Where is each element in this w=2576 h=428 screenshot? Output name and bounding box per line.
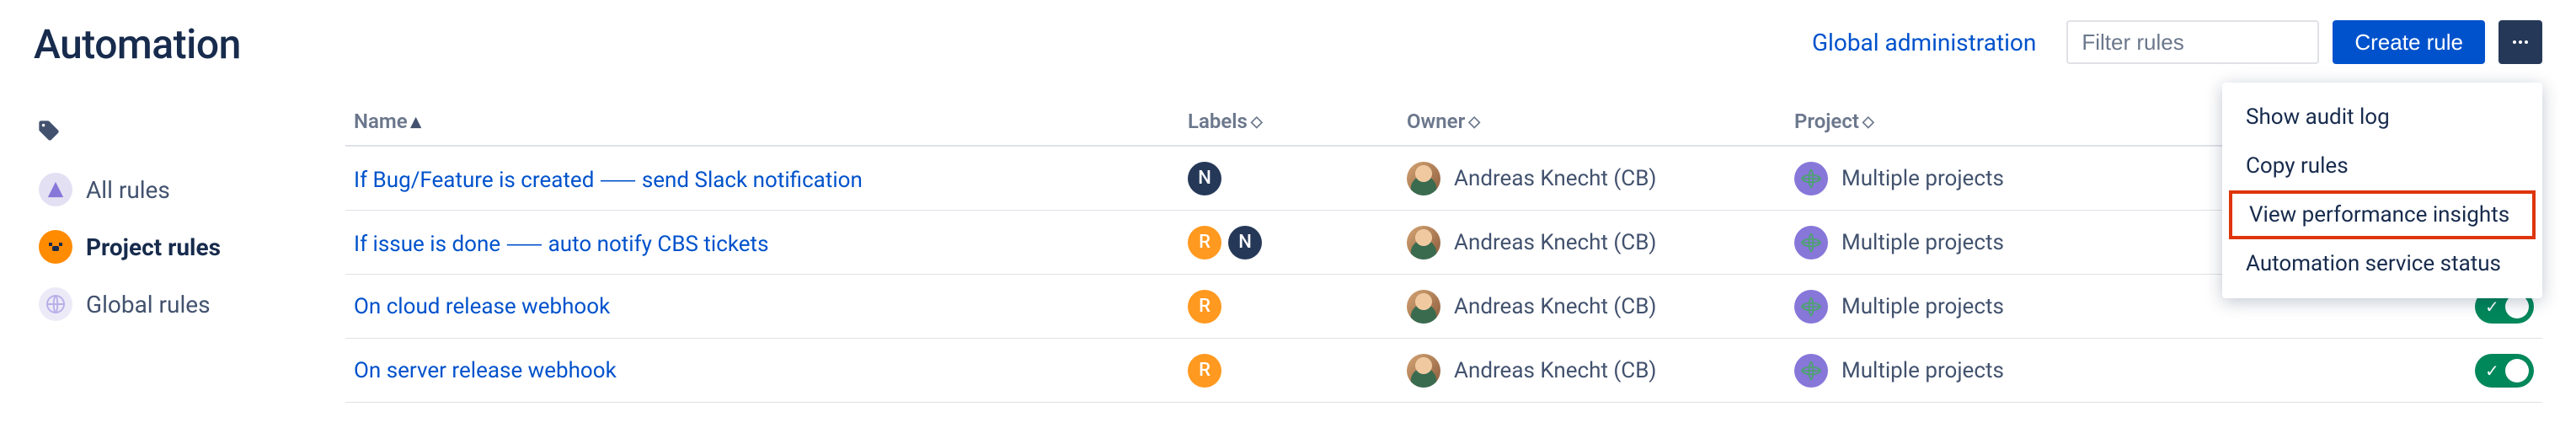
sort-icon: ◇ [1468, 113, 1480, 131]
owner-cell: Andreas Knecht (CB) [1407, 290, 1656, 324]
labels-cell: RN [1188, 226, 1262, 259]
col-header-labels-label: Labels [1188, 110, 1248, 133]
project-cell: Multiple projects [1794, 162, 2004, 195]
menu-item-show-audit-log[interactable]: Show audit log [2222, 93, 2542, 142]
labels-cell: R [1188, 354, 1221, 388]
more-actions-button[interactable] [2499, 20, 2542, 64]
avatar [1407, 226, 1440, 259]
owner-cell: Andreas Knecht (CB) [1407, 354, 1656, 388]
col-header-owner-label: Owner [1407, 110, 1465, 133]
globe-icon [1794, 162, 1828, 195]
label-chip[interactable]: R [1188, 290, 1221, 324]
globe-icon [1794, 290, 1828, 324]
sidebar-item-label: All rules [86, 176, 170, 204]
sidebar-item-global-rules[interactable]: Global rules [34, 276, 345, 333]
project-cell: Multiple projects [1794, 290, 2004, 324]
project-cell: Multiple projects [1794, 226, 2004, 259]
sidebar-icon [39, 173, 72, 206]
sidebar-icon [39, 287, 72, 321]
rule-name-link[interactable]: If issue is done ⸺ auto notify CBS ticke… [354, 227, 768, 258]
label-chip[interactable]: N [1228, 226, 1262, 259]
project-name: Multiple projects [1841, 230, 2004, 255]
avatar [1407, 162, 1440, 195]
sidebar-icon [39, 230, 72, 264]
project-cell: Multiple projects [1794, 354, 2004, 388]
sort-ascending-icon: ▴ [411, 110, 421, 133]
sidebar: Automation All rules Project rules Globa… [34, 20, 345, 403]
menu-item-automation-service-status[interactable]: Automation service status [2222, 239, 2542, 288]
col-header-owner[interactable]: Owner ◇ [1407, 110, 1794, 133]
label-chip[interactable]: R [1188, 226, 1221, 259]
col-header-labels[interactable]: Labels ◇ [1188, 110, 1407, 133]
labels-cell: N [1188, 162, 1221, 195]
owner-cell: Andreas Knecht (CB) [1407, 226, 1656, 259]
labels-cell: R [1188, 290, 1221, 324]
sidebar-item-project-rules[interactable]: Project rules [34, 218, 345, 276]
col-header-name[interactable]: Name ▴ [345, 110, 1188, 133]
table-header: Name ▴ Labels ◇ Owner ◇ Project ◇ [345, 98, 2542, 147]
globe-icon [1794, 226, 1828, 259]
label-chip[interactable]: R [1188, 354, 1221, 388]
menu-item-copy-rules[interactable]: Copy rules [2222, 142, 2542, 190]
more-actions-menu: Show audit logCopy rulesView performance… [2222, 83, 2542, 298]
topbar: Global administration Create rule Show a… [345, 20, 2542, 64]
filter-rules-input[interactable] [2066, 20, 2319, 64]
main-content: Global administration Create rule Show a… [345, 20, 2542, 403]
rule-name-link[interactable]: On cloud release webhook [354, 294, 610, 319]
sidebar-item-label: Project rules [86, 233, 221, 261]
owner-name: Andreas Knecht (CB) [1454, 294, 1656, 319]
owner-name: Andreas Knecht (CB) [1454, 166, 1656, 191]
rule-name-link[interactable]: If Bug/Feature is created ⸺ send Slack n… [354, 163, 863, 194]
menu-item-view-performance-insights[interactable]: View performance insights [2229, 190, 2536, 239]
global-admin-link[interactable]: Global administration [1812, 29, 2036, 56]
avatar [1407, 290, 1440, 324]
owner-name: Andreas Knecht (CB) [1454, 230, 1656, 255]
project-name: Multiple projects [1841, 294, 2004, 319]
sidebar-item-label: Global rules [86, 291, 211, 318]
rule-name-link[interactable]: On server release webhook [354, 358, 617, 383]
label-chip[interactable]: N [1188, 162, 1221, 195]
owner-name: Andreas Knecht (CB) [1454, 358, 1656, 383]
table-row: On server release webhook R Andreas Knec… [345, 339, 2542, 403]
project-name: Multiple projects [1841, 166, 2004, 191]
col-header-name-label: Name [354, 110, 408, 133]
table-row: If issue is done ⸺ auto notify CBS ticke… [345, 211, 2542, 275]
enabled-toggle[interactable]: ✓ [2475, 354, 2534, 388]
sort-icon: ◇ [1251, 113, 1263, 131]
globe-icon [1794, 354, 1828, 388]
table-row: If Bug/Feature is created ⸺ send Slack n… [345, 147, 2542, 211]
tag-icon [37, 119, 345, 146]
page-title: Automation [34, 20, 345, 68]
col-header-project-label: Project [1794, 110, 1859, 133]
project-name: Multiple projects [1841, 358, 2004, 383]
table-row: On cloud release webhook R Andreas Knech… [345, 275, 2542, 339]
sidebar-item-all-rules[interactable]: All rules [34, 161, 345, 218]
create-rule-button[interactable]: Create rule [2333, 20, 2485, 64]
owner-cell: Andreas Knecht (CB) [1407, 162, 1656, 195]
avatar [1407, 354, 1440, 388]
sort-icon: ◇ [1863, 113, 1874, 131]
